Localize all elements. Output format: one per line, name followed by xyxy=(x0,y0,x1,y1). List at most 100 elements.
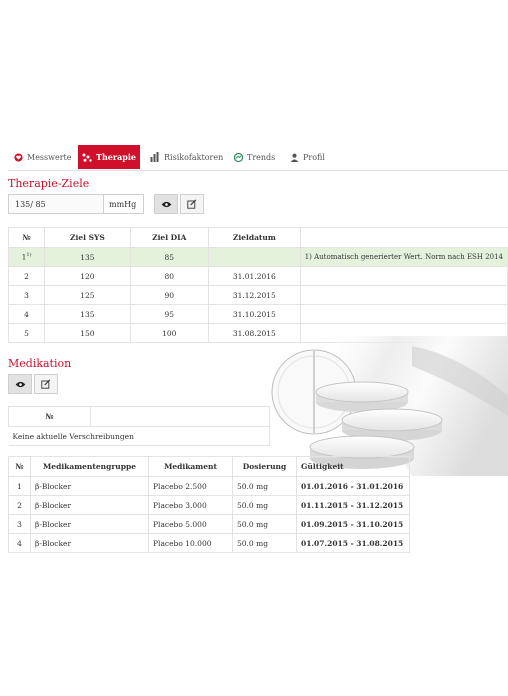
row-date: 31.10.2015 xyxy=(207,304,301,324)
footnote-mark: 1) xyxy=(26,252,32,259)
row-nr: 5 xyxy=(7,323,46,343)
therapy-title: Therapie-Ziele xyxy=(8,177,90,190)
trend-icon xyxy=(234,152,243,162)
unit-label: mmHg xyxy=(104,194,144,214)
row-sys: 135 xyxy=(44,304,131,324)
table-row[interactable]: 3 β-Blocker Placebo 5.000 50.0 mg 01.09.… xyxy=(8,514,410,534)
footnote-text: 1) Automatisch generierter Wert. Norm na… xyxy=(299,247,508,267)
row-date: 31.12.2015 xyxy=(207,285,301,305)
table-row[interactable]: 4 135 95 31.10.2015 xyxy=(7,304,508,324)
row-dia: 85 xyxy=(129,247,209,267)
medication-view-button[interactable] xyxy=(8,374,32,394)
bp-target-input[interactable]: 135/ 85 xyxy=(8,194,104,214)
row-sys: 150 xyxy=(44,323,131,343)
row-dose: 50.0 mg xyxy=(232,514,297,534)
row-drug: Placebo 3.000 xyxy=(148,495,233,515)
row-validity: 01.01.2016 - 31.01.2016 xyxy=(296,476,410,496)
tab-profil[interactable]: Profil xyxy=(290,145,336,169)
tab-trends[interactable]: Trends xyxy=(234,145,284,169)
row-dia: 90 xyxy=(129,285,209,305)
row-sys: 125 xyxy=(44,285,131,305)
table-header-row: № Medikamentengruppe Medikament Dosierun… xyxy=(8,456,410,477)
row-note xyxy=(299,266,508,286)
network-icon xyxy=(82,153,92,162)
user-icon xyxy=(290,153,299,162)
col-dose: Dosierung xyxy=(232,456,297,477)
chart-icon xyxy=(150,152,159,162)
row-group: β-Blocker xyxy=(30,514,149,534)
table-header-row: № xyxy=(8,406,270,427)
tab-therapie[interactable]: Therapie xyxy=(78,145,140,169)
tab-risikofaktoren[interactable]: Risikofaktoren xyxy=(150,145,230,169)
col-nr: № xyxy=(8,406,91,427)
tab-label: Therapie xyxy=(96,152,136,162)
table-row[interactable]: 4 β-Blocker Placebo 10.000 50.0 mg 01.07… xyxy=(8,533,410,553)
row-nr: 11) xyxy=(7,247,46,267)
row-validity: 01.09.2015 - 31.10.2015 xyxy=(296,514,410,534)
col-zieldatum: Zieldatum xyxy=(207,227,301,248)
row-drug: Placebo 5.000 xyxy=(148,514,233,534)
empty-row: Keine aktuelle Verschreibungen xyxy=(8,426,270,446)
row-note xyxy=(299,304,508,324)
prescription-history-table: № Medikamentengruppe Medikament Dosierun… xyxy=(8,456,410,553)
table-row[interactable]: 2 120 80 31.01.2016 xyxy=(7,266,508,286)
table-row[interactable]: 1 β-Blocker Placebo 2.500 50.0 mg 01.01.… xyxy=(8,476,410,496)
col-note xyxy=(299,227,508,248)
tab-label: Trends xyxy=(247,152,276,162)
therapy-goals-table: № Ziel SYS Ziel DIA Zieldatum 11) 135 85… xyxy=(7,227,508,343)
row-nr: 4 xyxy=(7,304,46,324)
col-ziel-dia: Ziel DIA xyxy=(129,227,209,248)
row-validity: 01.07.2015 - 31.08.2015 xyxy=(296,533,410,553)
eye-icon xyxy=(161,201,171,207)
pills-image xyxy=(271,336,508,476)
row-drug: Placebo 10.000 xyxy=(148,533,233,553)
medication-title: Medikation xyxy=(8,357,72,370)
edit-icon xyxy=(187,199,197,209)
table-header-row: № Ziel SYS Ziel DIA Zieldatum xyxy=(7,227,508,248)
nav-tabs: Messwerte Therapie Risikofaktoren Trends… xyxy=(8,145,508,171)
row-nr: 2 xyxy=(8,495,31,515)
row-note xyxy=(299,323,508,343)
row-nr: 3 xyxy=(8,514,31,534)
row-nr: 2 xyxy=(7,266,46,286)
row-dose: 50.0 mg xyxy=(232,495,297,515)
empty-message: Keine aktuelle Verschreibungen xyxy=(8,426,270,446)
row-sys: 120 xyxy=(44,266,131,286)
row-group: β-Blocker xyxy=(30,533,149,553)
row-group: β-Blocker xyxy=(30,495,149,515)
row-sys: 135 xyxy=(44,247,131,267)
col-empty xyxy=(90,406,270,427)
row-date: 31.08.2015 xyxy=(207,323,301,343)
row-nr: 3 xyxy=(7,285,46,305)
col-validity: Gültigkeit xyxy=(296,456,410,477)
medication-edit-button[interactable] xyxy=(34,374,58,394)
row-dia: 100 xyxy=(129,323,209,343)
tab-messwerte[interactable]: Messwerte xyxy=(14,145,76,169)
row-dia: 95 xyxy=(129,304,209,324)
col-drug: Medikament xyxy=(148,456,233,477)
row-drug: Placebo 2.500 xyxy=(148,476,233,496)
edit-button[interactable] xyxy=(180,194,204,214)
view-button[interactable] xyxy=(154,194,178,214)
tab-label: Risikofaktoren xyxy=(164,152,224,162)
row-dose: 50.0 mg xyxy=(232,533,297,553)
col-ziel-sys: Ziel SYS xyxy=(44,227,131,248)
row-nr: 4 xyxy=(8,533,31,553)
table-row[interactable]: 11) 135 85 1) Automatisch generierter We… xyxy=(7,247,508,267)
current-prescriptions-table: № Keine aktuelle Verschreibungen xyxy=(8,406,270,446)
heart-icon xyxy=(14,152,23,162)
table-row[interactable]: 5 150 100 31.08.2015 xyxy=(7,323,508,343)
tab-label: Profil xyxy=(303,152,325,162)
row-validity: 01.11.2015 - 31.12.2015 xyxy=(296,495,410,515)
edit-icon xyxy=(41,379,51,389)
table-row[interactable]: 2 β-Blocker Placebo 3.000 50.0 mg 01.11.… xyxy=(8,495,410,515)
row-date: 31.01.2016 xyxy=(207,266,301,286)
eye-icon xyxy=(15,381,25,387)
table-row[interactable]: 3 125 90 31.12.2015 xyxy=(7,285,508,305)
tab-label: Messwerte xyxy=(27,152,72,162)
row-nr: 1 xyxy=(8,476,31,496)
row-group: β-Blocker xyxy=(30,476,149,496)
row-dose: 50.0 mg xyxy=(232,476,297,496)
col-group: Medikamentengruppe xyxy=(30,456,149,477)
row-note xyxy=(299,285,508,305)
